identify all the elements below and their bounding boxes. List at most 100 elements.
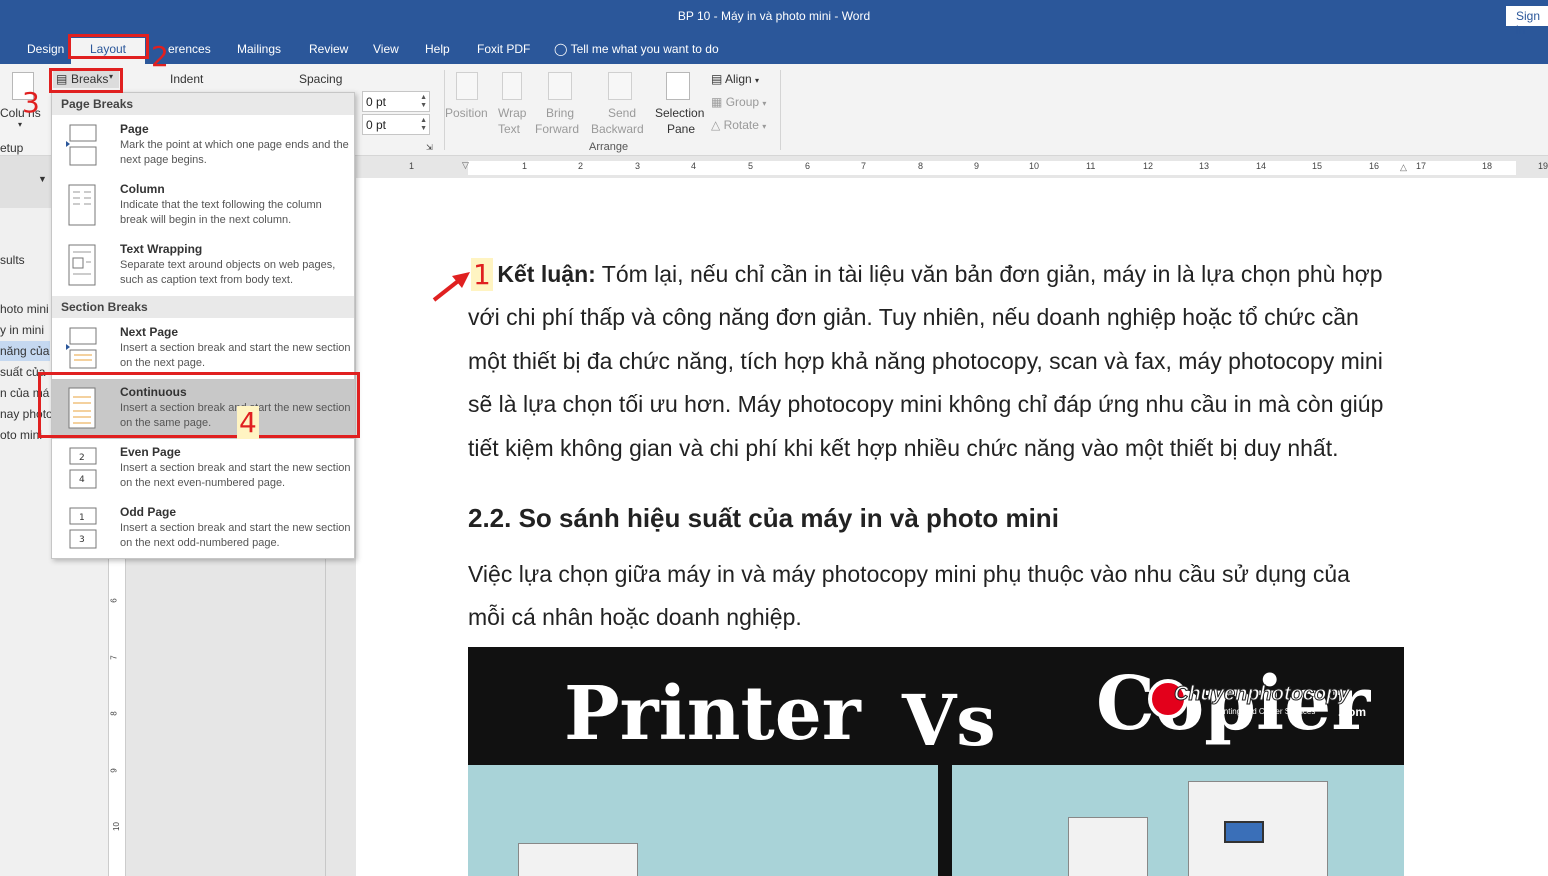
spinner-arrows-icon[interactable]: ▲ ▼ — [420, 117, 427, 133]
spacing-after-value: 0 pt — [366, 118, 387, 132]
rotate-button[interactable]: △ Rotate ▾ — [711, 118, 766, 132]
nav-heading-item[interactable]: hoto mini — [0, 299, 49, 319]
send-backward-icon[interactable] — [608, 72, 632, 100]
ruler-label: 14 — [1256, 161, 1267, 171]
tell-me-label: Tell me what you want to do — [570, 42, 719, 56]
body-paragraph[interactable]: Việc lựa chọn giữa máy in và máy photoco… — [468, 553, 1404, 640]
title-bar: BP 10 - Máy in và photo mini - Word Sign… — [0, 0, 1548, 64]
bring-forward-label-2[interactable]: Forward — [535, 122, 579, 136]
tab-view[interactable]: View — [373, 38, 399, 64]
ruler-label: 17 — [1416, 161, 1427, 171]
tab-foxit-pdf[interactable]: Foxit PDF — [477, 38, 530, 64]
conclusion-line: sẽ là lựa chọn tối ưu hơn. Máy photocopy… — [468, 391, 1384, 418]
image-vs-text: Vs — [902, 679, 996, 762]
tab-design[interactable]: Design — [27, 38, 64, 64]
vruler-label: 6 — [109, 598, 119, 603]
rotate-icon: △ — [711, 118, 721, 132]
annotation-step-1: 1 — [471, 258, 493, 291]
group-button[interactable]: ▦ Group ▾ — [711, 95, 766, 109]
tab-mailings[interactable]: Mailings — [237, 38, 281, 64]
align-label: Align — [725, 72, 752, 86]
body-line: mỗi cá nhân hoặc doanh nghiệp. — [468, 604, 802, 631]
ruler-label: 9 — [974, 161, 980, 171]
section-breaks-header: Section Breaks — [52, 296, 354, 318]
columns-dropdown-icon[interactable]: ▾ — [18, 120, 22, 129]
ruler-label: 5 — [748, 161, 754, 171]
group-label: Group — [725, 95, 760, 109]
send-backward-label-2[interactable]: Backward — [591, 122, 644, 136]
position-button[interactable]: Position — [445, 106, 488, 120]
send-backward-label-1[interactable]: Send — [608, 106, 636, 120]
ruler-label: 4 — [691, 161, 697, 171]
break-column-item[interactable]: Column Indicate that the text following … — [52, 176, 354, 236]
brand-subtitle: Printing and Copier Services — [1214, 707, 1316, 716]
section-heading[interactable]: 2.2. So sánh hiệu suất của máy in và pho… — [468, 503, 1404, 534]
sign-in-button[interactable]: Sign in — [1506, 6, 1548, 37]
bring-forward-label-1[interactable]: Bring — [546, 106, 574, 120]
document-page[interactable]: → Kết luận: Tóm lại, nếu chỉ cần in tài … — [356, 178, 1548, 876]
page-breaks-header: Page Breaks — [52, 93, 354, 115]
ruler-label: 16 — [1369, 161, 1380, 171]
align-icon: ▤ — [711, 72, 723, 86]
page-setup-label: etup — [0, 141, 24, 155]
breaks-dropdown-menu: Page Breaks Page Mark the point at which… — [51, 92, 355, 559]
ruler-label: 8 — [918, 161, 924, 171]
wrap-text-label-1[interactable]: Wrap — [498, 106, 526, 120]
break-next-page-desc: Insert a section break and start the new… — [120, 342, 351, 369]
break-page-desc: Mark the point at which one page ends an… — [120, 139, 349, 166]
right-indent-marker[interactable]: △ — [1400, 162, 1407, 173]
tab-help[interactable]: Help — [425, 38, 450, 64]
nav-heading-item[interactable]: oto mini — [0, 425, 42, 445]
spacing-before-field[interactable]: 0 pt ▲ ▼ — [362, 91, 430, 112]
break-text-wrapping-item[interactable]: Text Wrapping Separate text around objec… — [52, 236, 354, 296]
tab-references[interactable]: erences — [168, 38, 211, 64]
break-even-page-item[interactable]: 2 4 Even Page Insert a section break and… — [52, 439, 354, 499]
nav-heading-item[interactable]: y in mini — [0, 320, 44, 340]
spinner-arrows-icon[interactable]: ▲ ▼ — [420, 94, 427, 110]
nav-results-tab[interactable]: sults — [0, 250, 25, 270]
annotation-arrow-icon — [432, 272, 470, 302]
even-page-break-icon: 2 4 — [69, 447, 97, 489]
break-page-item[interactable]: Page Mark the point at which one page en… — [52, 116, 354, 176]
ruler-label: 10 — [1029, 161, 1040, 171]
ruler-label: 12 — [1143, 161, 1154, 171]
align-dropdown-icon: ▾ — [755, 76, 760, 85]
group-icon: ▦ — [711, 95, 723, 109]
ruler-label: 13 — [1199, 161, 1210, 171]
spacing-after-field[interactable]: 0 pt ▲ ▼ — [362, 114, 430, 135]
break-odd-page-item[interactable]: 1 3 Odd Page Insert a section break and … — [52, 499, 354, 559]
nav-heading-item-selected[interactable]: năng của — [0, 341, 50, 361]
position-icon[interactable] — [456, 72, 478, 100]
conclusion-paragraph[interactable]: → Kết luận: Tóm lại, nếu chỉ cần in tài … — [468, 253, 1404, 470]
paragraph-launcher-icon[interactable]: ⇲ — [426, 143, 433, 152]
first-line-indent-marker[interactable]: ▽ — [462, 160, 469, 171]
align-button[interactable]: ▤ Align ▾ — [711, 72, 759, 86]
copier-screen-icon — [1224, 821, 1264, 843]
tab-review[interactable]: Review — [309, 38, 348, 64]
conclusion-line: với chi phí thấp và công năng đơn giản. … — [468, 304, 1359, 331]
ruler-label: 3 — [635, 161, 641, 171]
annotation-box-breaks — [49, 68, 123, 93]
selection-pane-label-1[interactable]: Selection — [655, 106, 704, 120]
ruler-label: 18 — [1482, 161, 1493, 171]
selection-pane-label-2[interactable]: Pane — [667, 122, 695, 136]
annotation-step-4: 4 — [237, 406, 259, 439]
wrap-text-icon[interactable] — [502, 72, 522, 100]
ruler-label: 19 — [1538, 161, 1548, 171]
selection-pane-icon[interactable] — [666, 72, 690, 100]
break-next-page-item[interactable]: Next Page Insert a section break and sta… — [52, 319, 354, 379]
tell-me-search[interactable]: ◯ Tell me what you want to do — [554, 38, 719, 64]
printer-vs-copier-image[interactable]: Printer Vs Copier Chuyenphotocopy Printi… — [468, 647, 1404, 876]
break-text-wrapping-title: Text Wrapping — [120, 242, 203, 256]
vruler-label: 9 — [109, 768, 119, 773]
break-even-page-desc: Insert a section break and start the new… — [120, 462, 351, 489]
wrap-text-label-2[interactable]: Text — [498, 122, 520, 136]
ruler-label: 15 — [1312, 161, 1323, 171]
copier-panel — [952, 765, 1404, 876]
vruler-label: 7 — [109, 655, 119, 660]
vruler-label: 10 — [111, 822, 121, 831]
nav-pane-dropdown-icon[interactable]: ▼ — [38, 174, 47, 184]
image-divider — [938, 765, 952, 876]
bring-forward-icon[interactable] — [548, 72, 572, 100]
text-wrapping-icon — [68, 244, 96, 286]
